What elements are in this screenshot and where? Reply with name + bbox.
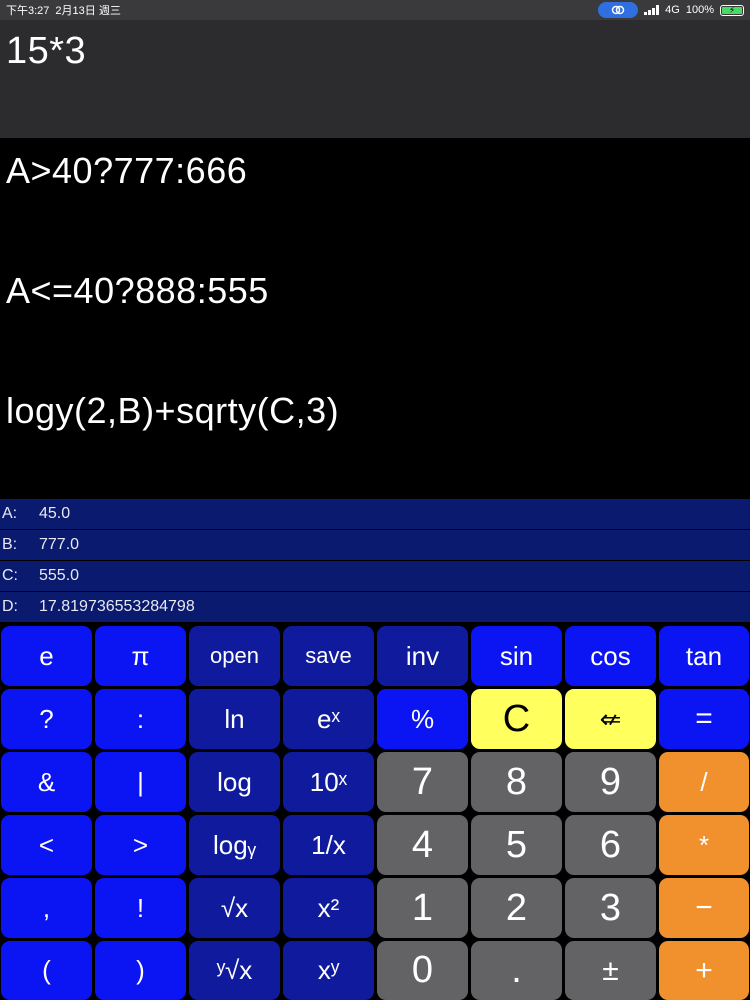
key-comma[interactable]: ,	[1, 878, 92, 938]
key-7[interactable]: 7	[377, 752, 468, 812]
key-percent[interactable]: %	[377, 689, 468, 749]
expression-line[interactable]: logy(2,B)+sqrty(C,3)	[6, 390, 339, 432]
signal-icon	[644, 5, 660, 15]
key-add[interactable]: +	[659, 941, 749, 1000]
key-6[interactable]: 6	[565, 815, 656, 875]
link-icon	[598, 2, 639, 18]
key-equals[interactable]: =	[659, 689, 749, 749]
key-open[interactable]: open	[189, 626, 280, 686]
key-ln[interactable]: ln	[189, 689, 280, 749]
variable-value: 555.0	[39, 567, 80, 584]
key-multiply[interactable]: *	[659, 815, 749, 875]
expression-line[interactable]: A>40?777:666	[6, 150, 247, 192]
key-inv[interactable]: inv	[377, 626, 468, 686]
key-2[interactable]: 2	[471, 878, 562, 938]
key-pow10[interactable]: 10ˣ	[283, 752, 374, 812]
key-square[interactable]: x²	[283, 878, 374, 938]
key-subtract[interactable]: −	[659, 878, 749, 938]
key-log[interactable]: log	[189, 752, 280, 812]
key-power[interactable]: xʸ	[283, 941, 374, 1000]
status-bar: 下午3:27 2月13日 週三 4G 100% ⚡	[0, 0, 750, 20]
variable-value: 777.0	[39, 536, 80, 553]
key-clear[interactable]: C	[471, 689, 562, 749]
status-date: 2月13日 週三	[55, 5, 121, 17]
key-sin[interactable]: sin	[471, 626, 562, 686]
key-4[interactable]: 4	[377, 815, 468, 875]
expression-line[interactable]: A<=40?888:555	[6, 270, 269, 312]
key-less-than[interactable]: <	[1, 815, 92, 875]
key-sqrt[interactable]: √x	[189, 878, 280, 938]
network-type: 4G	[665, 4, 680, 16]
key-8[interactable]: 8	[471, 752, 562, 812]
key-close-paren[interactable]: )	[95, 941, 186, 1000]
key-exp[interactable]: eˣ	[283, 689, 374, 749]
key-1[interactable]: 1	[377, 878, 468, 938]
key-decimal[interactable]: .	[471, 941, 562, 1000]
input-expression: 15*3	[6, 30, 87, 72]
key-tan[interactable]: tan	[659, 626, 749, 686]
key-backspace[interactable]: ⇍	[565, 689, 656, 749]
key-divide[interactable]: /	[659, 752, 749, 812]
key-greater-than[interactable]: >	[95, 815, 186, 875]
key-or[interactable]: |	[95, 752, 186, 812]
variable-row[interactable]: A: 45.0	[0, 499, 750, 529]
key-pi[interactable]: π	[95, 626, 186, 686]
variable-name: B:	[2, 536, 18, 553]
expression-list: A>40?777:666 A<=40?888:555 logy(2,B)+sqr…	[0, 138, 750, 496]
variable-row[interactable]: D: 17.819736553284798	[0, 592, 750, 622]
key-3[interactable]: 3	[565, 878, 656, 938]
variable-row[interactable]: C: 555.0	[0, 561, 750, 591]
key-open-paren[interactable]: (	[1, 941, 92, 1000]
key-logy[interactable]: logᵧ	[189, 815, 280, 875]
variable-row[interactable]: B: 777.0	[0, 530, 750, 560]
variable-name: A:	[2, 505, 18, 522]
key-colon[interactable]: :	[95, 689, 186, 749]
variable-list: A: 45.0 B: 777.0 C: 555.0 D: 17.81973655…	[0, 497, 750, 623]
key-cos[interactable]: cos	[565, 626, 656, 686]
battery-percent: 100%	[685, 4, 714, 16]
variable-name: D:	[2, 598, 18, 615]
key-question[interactable]: ?	[1, 689, 92, 749]
key-save[interactable]: save	[283, 626, 374, 686]
key-plus-minus[interactable]: ±	[565, 941, 656, 1000]
key-e[interactable]: e	[1, 626, 92, 686]
status-time: 下午3:27	[6, 5, 50, 17]
key-5[interactable]: 5	[471, 815, 562, 875]
input-display[interactable]: 15*3	[0, 20, 750, 138]
key-nth-root[interactable]: ʸ√x	[189, 941, 280, 1000]
keypad: e π open save inv sin cos tan ? : ln eˣ …	[0, 625, 750, 1000]
battery-icon: ⚡	[720, 4, 744, 16]
key-9[interactable]: 9	[565, 752, 656, 812]
key-factorial[interactable]: !	[95, 878, 186, 938]
key-0[interactable]: 0	[377, 941, 468, 1000]
key-reciprocal[interactable]: 1/x	[283, 815, 374, 875]
variable-name: C:	[2, 567, 18, 584]
variable-value: 45.0	[39, 505, 71, 522]
variable-value: 17.819736553284798	[39, 598, 195, 615]
key-and[interactable]: &	[1, 752, 92, 812]
